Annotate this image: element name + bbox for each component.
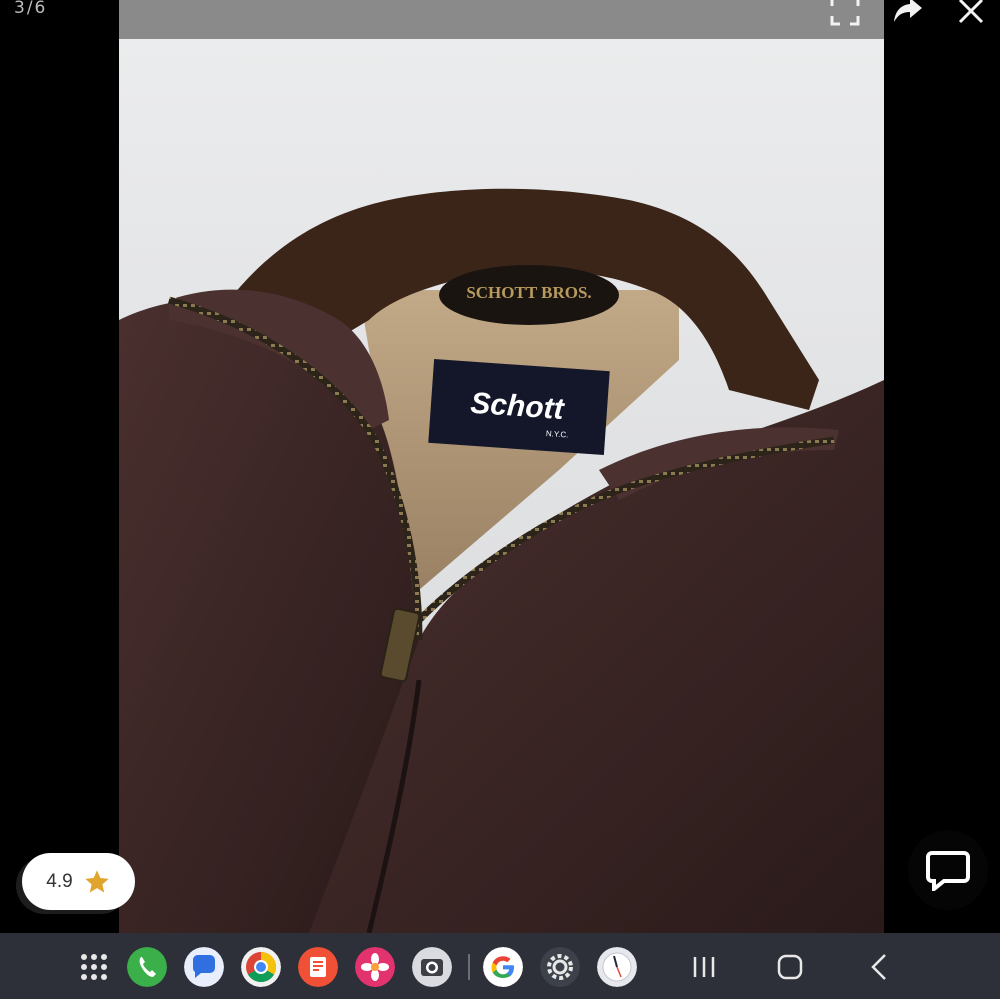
close-icon[interactable] — [954, 0, 988, 28]
recent-apps-icon[interactable] — [684, 947, 724, 987]
product-photo[interactable]: SCHOTT BROS. Schott N.Y.C. — [119, 0, 884, 933]
messages-app-icon[interactable] — [184, 947, 224, 987]
jacket-label-sub: N.Y.C. — [546, 429, 569, 440]
app-drawer-icon[interactable] — [74, 947, 114, 987]
back-icon[interactable] — [860, 947, 900, 987]
camera-app-icon[interactable] — [412, 947, 452, 987]
share-icon[interactable] — [890, 0, 926, 28]
phone-app-icon[interactable] — [127, 947, 167, 987]
clock-app-icon[interactable] — [597, 947, 637, 987]
collar-patch-text: SCHOTT BROS. — [466, 283, 591, 302]
rating-badge[interactable]: 4.9 — [22, 853, 135, 910]
rating-value: 4.9 — [46, 870, 73, 892]
taskbar-divider — [468, 954, 470, 980]
chat-bubble-icon — [926, 851, 970, 891]
settings-app-icon[interactable] — [540, 947, 580, 987]
taskbar — [0, 933, 1000, 999]
home-icon[interactable] — [770, 947, 810, 987]
image-viewer: 3/6 SCHOTT BROS. Schott N.Y.C. 4.9 — [0, 0, 1000, 933]
fullscreen-icon[interactable] — [828, 0, 862, 28]
samsung-notes-app-icon[interactable] — [298, 947, 338, 987]
jacket-label-brand: Schott — [469, 387, 566, 427]
google-app-icon[interactable] — [483, 947, 523, 987]
image-counter: 3/6 — [14, 0, 48, 18]
jacket-illustration: SCHOTT BROS. Schott N.Y.C. — [119, 188, 884, 933]
chrome-app-icon[interactable] — [241, 947, 281, 987]
chat-button[interactable] — [908, 830, 988, 910]
gallery-app-icon[interactable] — [355, 947, 395, 987]
star-icon — [85, 869, 109, 892]
